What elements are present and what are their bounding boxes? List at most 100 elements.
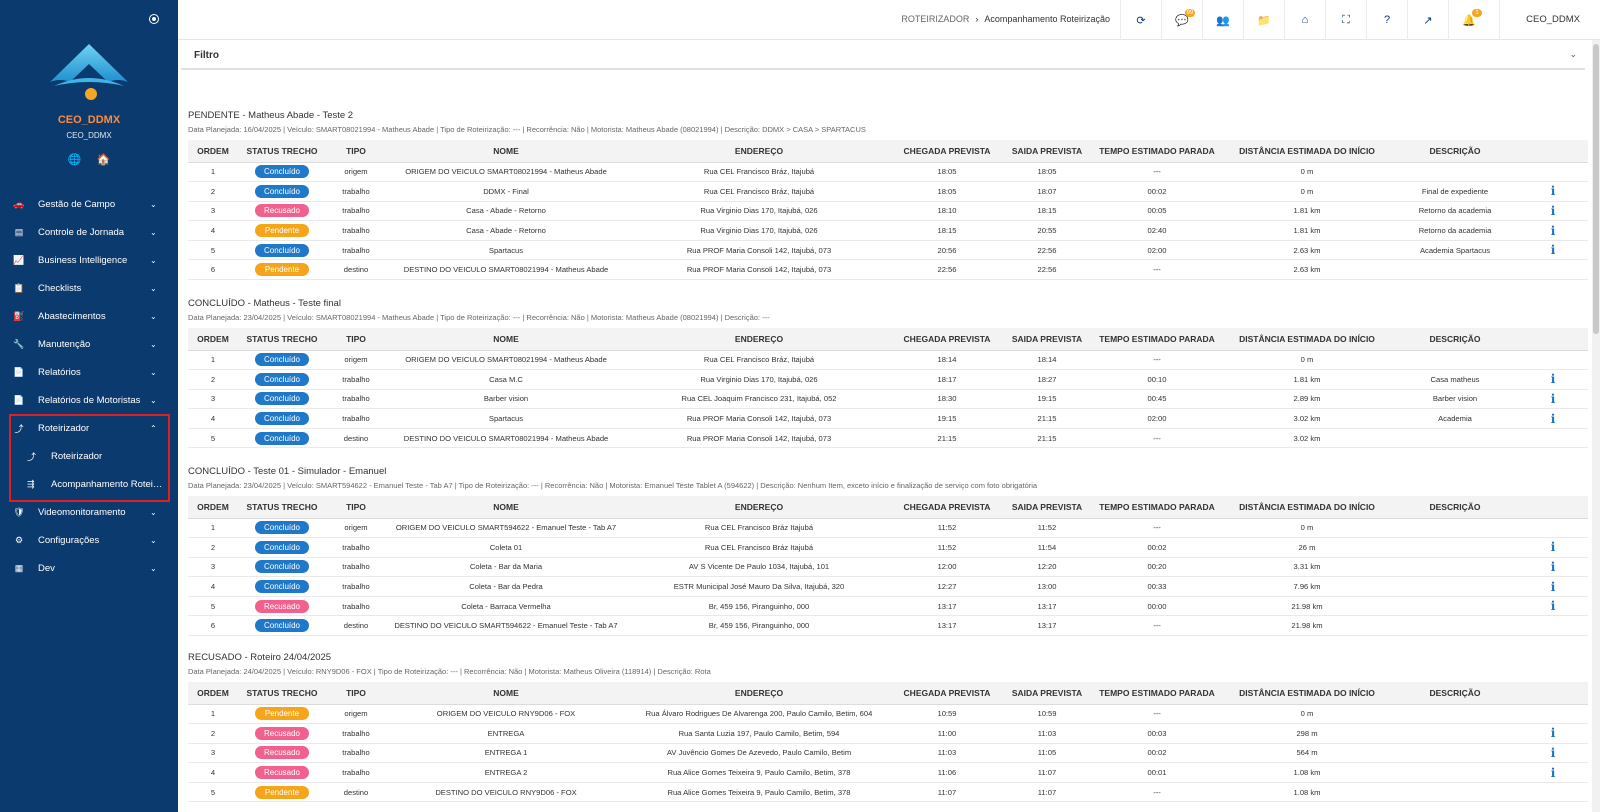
table-cell: Coleta - Bar da Maria [386, 557, 626, 578]
column-header: CHEGADA PREVISTA [892, 682, 1002, 705]
status-badge: Pendente [255, 785, 309, 799]
info-icon[interactable]: i [1551, 599, 1556, 613]
sidebar-toggle-dot[interactable] [150, 15, 158, 23]
table-cell: 5 [188, 782, 238, 803]
info-icon[interactable]: i [1551, 746, 1556, 760]
sidebar-item-business-intelligence[interactable]: 📈 Business Intelligence ⌄ [0, 246, 178, 274]
info-icon[interactable]: i [1551, 726, 1556, 740]
info-icon[interactable]: i [1551, 412, 1556, 426]
info-icon[interactable]: i [1551, 184, 1556, 198]
fullscreen-button[interactable]: ⛶ [1325, 0, 1366, 40]
home-button[interactable]: ⌂ [1284, 0, 1325, 40]
sidebar-item-videomonitoramento[interactable]: 🛡 Videomonitoramento ⌄ [0, 498, 178, 526]
sidebar-subitem-roteirizador[interactable]: ⤴ Roteirizador [0, 442, 178, 470]
table-row[interactable]: 3 Concluído trabalho Barber vision Rua CEL J… [188, 389, 1588, 410]
table-row[interactable]: 3 Concluído trabalho Coleta - Bar da Maria A… [188, 557, 1588, 578]
sidebar-item-relatorios-de-motoristas[interactable]: 📄 Relatórios de Motoristas ⌄ [0, 386, 178, 414]
table-cell: 0 m [1222, 518, 1392, 539]
table-row[interactable]: 1 Concluído origem ORIGEM DO VEICULO SMART0… [188, 162, 1588, 183]
table-cell: --- [1092, 259, 1222, 281]
table-row[interactable]: 2 Concluído trabalho DDMX - Final Rua CEL Fr… [188, 181, 1588, 202]
table-cell: Academia Spartacus [1392, 240, 1518, 261]
table-row[interactable]: 2 Recusado trabalho ENTREGA Rua Santa Luzia … [188, 723, 1588, 744]
table-row[interactable]: 5 Concluído trabalho Spartacus Rua PROF Mari… [188, 240, 1588, 261]
table-row[interactable]: 5 Pendente destino DESTINO DO VEICULO RNY9D… [188, 782, 1588, 803]
topbar-user-menu[interactable]: CEO_DDMX [1526, 14, 1580, 25]
table-cell: i [1518, 408, 1588, 429]
info-icon[interactable]: i [1551, 204, 1556, 218]
table-cell [1392, 162, 1518, 183]
scrollbar-thumb[interactable] [1593, 44, 1599, 334]
info-icon[interactable]: i [1551, 766, 1556, 780]
external-link-button[interactable]: ↗ [1407, 0, 1448, 40]
table-row[interactable]: 2 Concluído trabalho Casa M.C Rua Virginio D… [188, 369, 1588, 390]
table-cell: 18:05 [892, 162, 1002, 183]
info-icon[interactable]: i [1551, 392, 1556, 406]
chevron-down-icon: ⌄ [150, 311, 157, 321]
home-icon[interactable]: 🏠 [97, 153, 111, 166]
sidebar-item-gestao-de-campo[interactable]: 🚗 Gestão de Campo ⌄ [0, 190, 178, 218]
sidebar-item-dev[interactable]: ▦ Dev ⌄ [0, 554, 178, 582]
table-row[interactable]: 4 Recusado trabalho ENTREGA 2 Rua Alice Gome… [188, 762, 1588, 783]
table-cell: 0 m [1222, 704, 1392, 725]
table-row[interactable]: 4 Concluído trabalho Coleta - Bar da Pedra E… [188, 576, 1588, 597]
table-cell: 3 [188, 389, 238, 410]
globe-icon[interactable]: 🌐 [68, 153, 82, 166]
users-button[interactable]: 👥 [1202, 0, 1243, 40]
column-header: SAIDA PREVISTA [1002, 140, 1092, 163]
sidebar-item-label: Gestão de Campo [38, 198, 116, 210]
table-cell: Concluído [238, 518, 326, 539]
table-row[interactable]: 1 Concluído origem ORIGEM DO VEICULO SMART0… [188, 350, 1588, 371]
info-icon[interactable]: i [1551, 580, 1556, 594]
folder-button[interactable]: 📁 [1243, 0, 1284, 40]
table-cell: origem [326, 350, 386, 371]
table-row[interactable]: 5 Concluído destino DESTINO DO VEICULO SMAR… [188, 428, 1588, 449]
table-cell: Recusado [238, 201, 326, 222]
info-icon[interactable]: i [1551, 560, 1556, 574]
info-icon[interactable]: i [1551, 540, 1556, 554]
bell-button[interactable]: 🔔 1 [1448, 0, 1489, 40]
table-row[interactable]: 6 Concluído destino DESTINO DO VEICULO SMAR… [188, 615, 1588, 637]
column-header: ORDEM [188, 328, 238, 351]
table-row[interactable]: 3 Recusado trabalho ENTREGA 1 AV Juvêncio Go… [188, 743, 1588, 764]
sidebar-item-checklists[interactable]: 📋 Checklists ⌄ [0, 274, 178, 302]
refresh-button[interactable]: ⟳ [1120, 0, 1161, 40]
sidebar-item-manutencao[interactable]: 🔧 Manutenção ⌄ [0, 330, 178, 358]
table-cell: 13:17 [1002, 615, 1092, 637]
table-row[interactable]: 1 Concluído origem ORIGEM DO VEICULO SMART5… [188, 518, 1588, 539]
table-row[interactable]: 1 Pendente origem ORIGEM DO VEICULO RNY9D06… [188, 704, 1588, 725]
sidebar-item-relatorios[interactable]: 📄 Relatórios ⌄ [0, 358, 178, 386]
sidebar-subitem-acompanhamento-roteirizacao[interactable]: ⇶ Acompanhamento Roteirização [0, 470, 178, 498]
table-row[interactable]: 4 Concluído trabalho Spartacus Rua PROF Mari… [188, 408, 1588, 429]
table-cell: 18:05 [892, 181, 1002, 202]
chevron-down-icon[interactable]: ⌄ [1569, 49, 1577, 60]
sidebar-item-configuracoes[interactable]: ⚙ Configurações ⌄ [0, 526, 178, 554]
sidebar-item-roteirizador[interactable]: ⤴ Roteirizador ⌃ [0, 414, 178, 442]
table-row[interactable]: 2 Concluído trabalho Coleta 01 Rua CEL Franc… [188, 537, 1588, 558]
table-cell: Rua Santa Luzia 197, Paulo Camilo, Betim… [626, 723, 892, 744]
filter-panel[interactable]: Filtro ⌄ [181, 40, 1585, 70]
route-icon: ⤴ [27, 451, 37, 462]
table-cell: trabalho [326, 389, 386, 410]
table-cell: 10:59 [1002, 704, 1092, 725]
info-icon[interactable]: i [1551, 224, 1556, 238]
sidebar-item-controle-de-jornada[interactable]: ▤ Controle de Jornada ⌄ [0, 218, 178, 246]
table-row[interactable]: 3 Recusado trabalho Casa - Abade - Retorno R… [188, 201, 1588, 222]
help-button[interactable]: ? [1366, 0, 1407, 40]
breadcrumb-root[interactable]: ROTEIRIZADOR [901, 14, 969, 24]
info-icon[interactable]: i [1551, 243, 1556, 257]
chevron-down-icon: ⌄ [150, 507, 157, 517]
table-cell: 4 [188, 576, 238, 597]
column-header: DESCRIÇÃO [1392, 140, 1518, 163]
table-cell: Rua PROF Maria Consoli 142, Itajubá, 073 [626, 428, 892, 449]
info-icon[interactable]: i [1551, 372, 1556, 386]
column-header: DESCRIÇÃO [1392, 328, 1518, 351]
sidebar-item-abastecimentos[interactable]: ⛽ Abastecimentos ⌄ [0, 302, 178, 330]
table-row[interactable]: 6 Pendente destino DESTINO DO VEICULO SMART… [188, 259, 1588, 281]
table-row[interactable]: 4 Pendente trabalho Casa - Abade - Retorno R… [188, 220, 1588, 241]
table-cell: 21.98 km [1222, 615, 1392, 637]
table-cell: 1.81 km [1222, 220, 1392, 241]
table-cell: --- [1092, 428, 1222, 449]
table-row[interactable]: 5 Recusado trabalho Coleta - Barraca Vermel… [188, 596, 1588, 617]
chat-button[interactable]: 💬 99 [1161, 0, 1202, 40]
